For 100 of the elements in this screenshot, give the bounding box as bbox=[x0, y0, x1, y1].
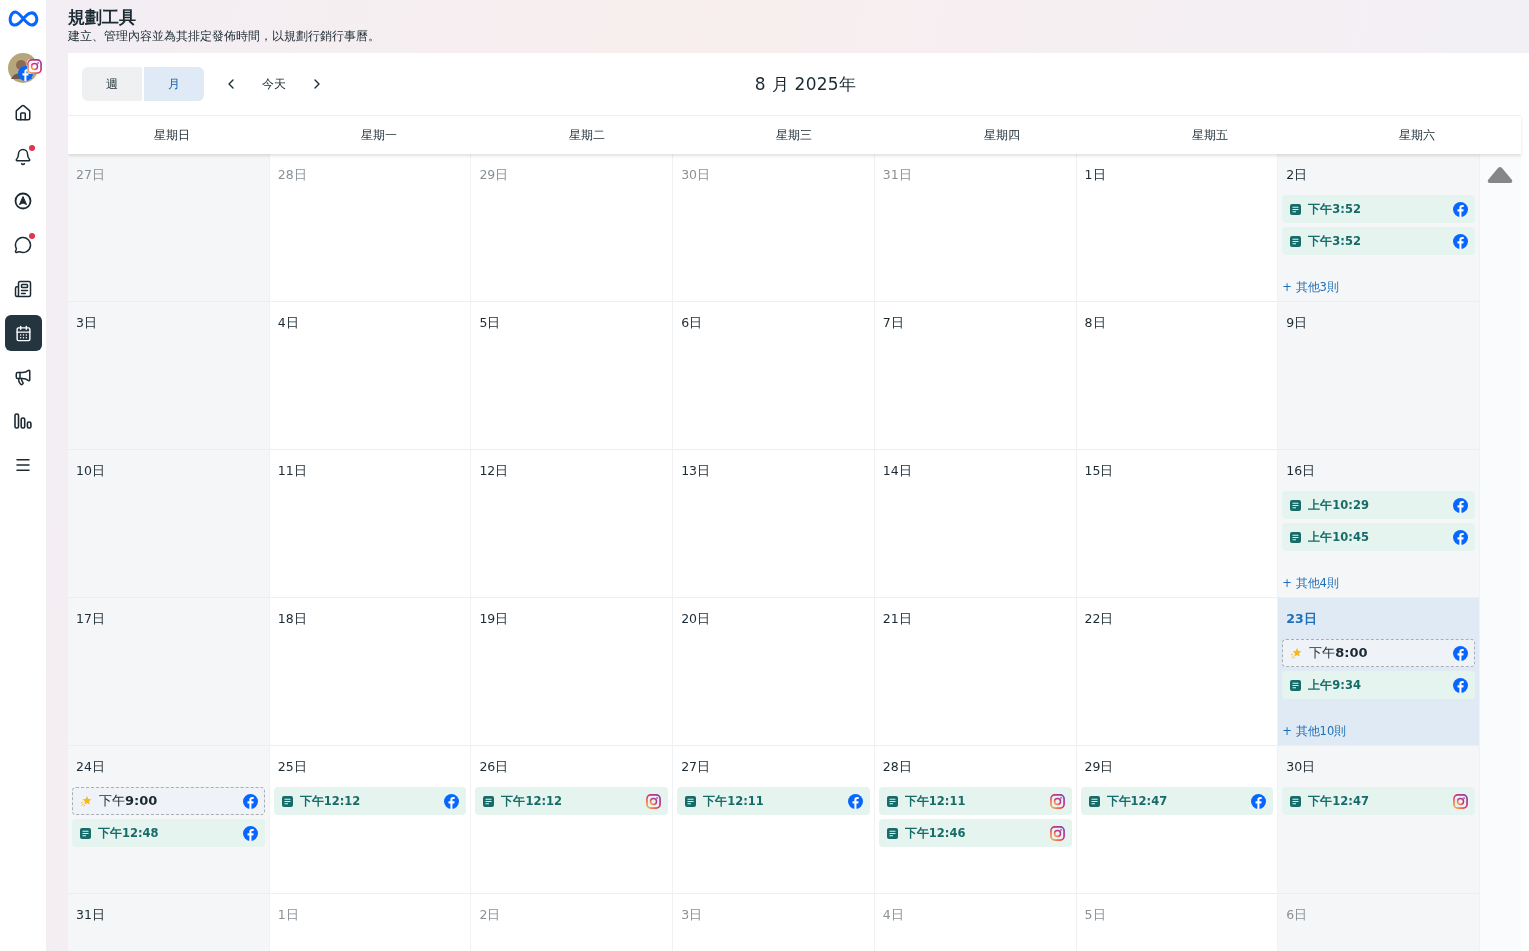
star-icon bbox=[80, 795, 92, 807]
facebook-icon bbox=[444, 793, 460, 809]
scheduled-post[interactable]: 下午12:12 bbox=[273, 787, 467, 815]
view-tab[interactable]: 月 bbox=[144, 67, 204, 101]
day-cell[interactable]: 27日 下午12:11 bbox=[673, 746, 875, 894]
day-cell[interactable]: 8日 bbox=[1076, 302, 1279, 450]
post-time: 下午12:48 bbox=[98, 825, 160, 841]
logo-icon[interactable] bbox=[7, 10, 39, 27]
day-cell[interactable]: 26日 下午12:12 bbox=[471, 746, 674, 894]
sidebar-item[interactable] bbox=[4, 315, 42, 351]
day-cell[interactable]: 17日 bbox=[68, 598, 270, 746]
day-cell[interactable]: 6日 bbox=[673, 302, 875, 450]
day-cell[interactable]: 9日 bbox=[1278, 302, 1480, 450]
day-cell[interactable]: 31日 bbox=[68, 894, 270, 951]
bell-icon bbox=[14, 148, 32, 166]
date-label: 5日 bbox=[1083, 907, 1107, 922]
scroll-up-icon[interactable] bbox=[1487, 166, 1514, 184]
scheduled-post[interactable]: 上午10:45 bbox=[1282, 523, 1475, 551]
day-cell[interactable]: 14日 bbox=[874, 450, 1077, 598]
day-cell[interactable]: 29日 下午12:47 bbox=[1076, 746, 1279, 894]
scheduled-post[interactable]: 下午9:00 bbox=[72, 787, 265, 815]
post-icon bbox=[1290, 235, 1302, 247]
day-cell[interactable]: 18日 bbox=[269, 598, 472, 746]
day-cell[interactable]: 19日 bbox=[471, 598, 674, 746]
day-cell[interactable]: 10日 bbox=[68, 450, 270, 598]
weekday-label: 星期六 bbox=[1398, 126, 1437, 144]
scheduled-post[interactable]: 下午8:00 bbox=[1282, 639, 1475, 667]
scheduled-post[interactable]: 下午12:47 bbox=[1282, 787, 1475, 815]
megaphone-icon bbox=[14, 368, 32, 386]
post-icon bbox=[80, 827, 91, 839]
scheduled-post[interactable]: 下午12:12 bbox=[475, 787, 669, 815]
day-cell[interactable]: 7日 bbox=[874, 302, 1077, 450]
scheduled-post[interactable]: 下午12:11 bbox=[878, 787, 1072, 815]
day-cell[interactable]: 5日 bbox=[471, 302, 674, 450]
notification-dot bbox=[28, 233, 35, 239]
post-time: 下午3:52 bbox=[1308, 233, 1362, 249]
day-cell[interactable]: 4日 bbox=[269, 302, 472, 450]
scheduled-post[interactable]: 下午3:52 bbox=[1282, 227, 1475, 255]
date-label: 1日 bbox=[276, 907, 300, 922]
menu-icon bbox=[14, 456, 32, 474]
scheduled-post[interactable]: 下午12:46 bbox=[878, 819, 1072, 847]
day-cell[interactable]: 12日 bbox=[471, 450, 674, 598]
date-label: 14日 bbox=[881, 463, 913, 478]
day-cell[interactable]: 24日 下午9:00 下午12:48 bbox=[68, 746, 270, 894]
scheduled-post[interactable]: 上午10:29 bbox=[1282, 491, 1475, 519]
today-button[interactable]: 今天 bbox=[246, 69, 302, 99]
more-posts-link[interactable]: + 其他3則 bbox=[1282, 280, 1475, 295]
post-time: 下午12:12 bbox=[501, 793, 564, 809]
date-label: 3日 bbox=[680, 907, 704, 922]
date-label: 4日 bbox=[276, 315, 300, 330]
scheduled-post[interactable]: 下午12:48 bbox=[72, 819, 265, 847]
post-icon bbox=[886, 795, 898, 807]
date-label: 7日 bbox=[881, 315, 905, 330]
post-time: 下午9:00 bbox=[99, 792, 159, 810]
post-time: 下午8:00 bbox=[1309, 644, 1369, 662]
post-icon bbox=[1290, 531, 1302, 543]
instagram-icon bbox=[27, 59, 42, 74]
day-cell[interactable]: 25日 下午12:12 bbox=[269, 746, 472, 894]
instagram-icon bbox=[1049, 825, 1065, 841]
post-icon bbox=[685, 795, 697, 807]
more-posts-link[interactable]: + 其他4則 bbox=[1282, 576, 1475, 591]
facebook-icon bbox=[1453, 677, 1468, 693]
day-cell[interactable]: 11日 bbox=[269, 450, 472, 598]
post-icon bbox=[1290, 203, 1302, 215]
day-cell[interactable]: 1日 bbox=[1076, 154, 1279, 302]
day-cell[interactable]: 20日 bbox=[673, 598, 875, 746]
day-cell[interactable]: 13日 bbox=[673, 450, 875, 598]
facebook-icon bbox=[1453, 497, 1468, 513]
scheduled-post[interactable]: 下午3:52 bbox=[1282, 195, 1475, 223]
view-tab[interactable]: 週 bbox=[82, 67, 142, 101]
date-label: 20日 bbox=[680, 611, 712, 626]
date-label: 4日 bbox=[881, 907, 905, 922]
day-cell[interactable]: 15日 bbox=[1076, 450, 1279, 598]
day-cell[interactable]: 2日 下午3:52 下午3:52 + 其他3則 bbox=[1278, 154, 1480, 302]
facebook-icon bbox=[1453, 201, 1468, 217]
post-time: 上午9:34 bbox=[1308, 677, 1362, 693]
more-posts-link[interactable]: + 其他10則 bbox=[1282, 724, 1475, 739]
day-cell[interactable]: 3日 bbox=[68, 302, 270, 450]
bar-chart-icon bbox=[14, 413, 32, 429]
day-cell[interactable]: 28日 下午12:11 下午12:46 bbox=[874, 746, 1077, 894]
date-label: 24日 bbox=[75, 759, 106, 774]
date-label: 29日 bbox=[1083, 759, 1115, 774]
scheduled-post[interactable]: 下午12:47 bbox=[1080, 787, 1274, 815]
day-cell[interactable]: 22日 bbox=[1076, 598, 1279, 746]
date-label: 12日 bbox=[478, 463, 510, 478]
scheduled-post[interactable]: 下午12:11 bbox=[677, 787, 870, 815]
date-label: 9日 bbox=[1285, 315, 1309, 330]
facebook-icon bbox=[1251, 793, 1267, 809]
day-cell[interactable]: 16日 上午10:29 上午10:45 + 其他4則 bbox=[1278, 450, 1480, 598]
day-cell[interactable]: 30日 下午12:47 bbox=[1278, 746, 1480, 894]
facebook-icon bbox=[242, 793, 258, 809]
instagram-icon bbox=[646, 793, 662, 809]
post-time: 上午10:45 bbox=[1308, 529, 1370, 545]
day-cell[interactable]: 23日 下午8:00 上午9:34 + 其他10則 bbox=[1278, 598, 1480, 746]
scheduled-post[interactable]: 上午9:34 bbox=[1282, 671, 1475, 699]
day-cell[interactable]: 21日 bbox=[874, 598, 1077, 746]
date-label: 27日 bbox=[680, 759, 712, 774]
post-icon bbox=[1290, 795, 1302, 807]
post-time: 下午12:11 bbox=[904, 793, 967, 809]
date-label: 23日 bbox=[1285, 611, 1318, 626]
